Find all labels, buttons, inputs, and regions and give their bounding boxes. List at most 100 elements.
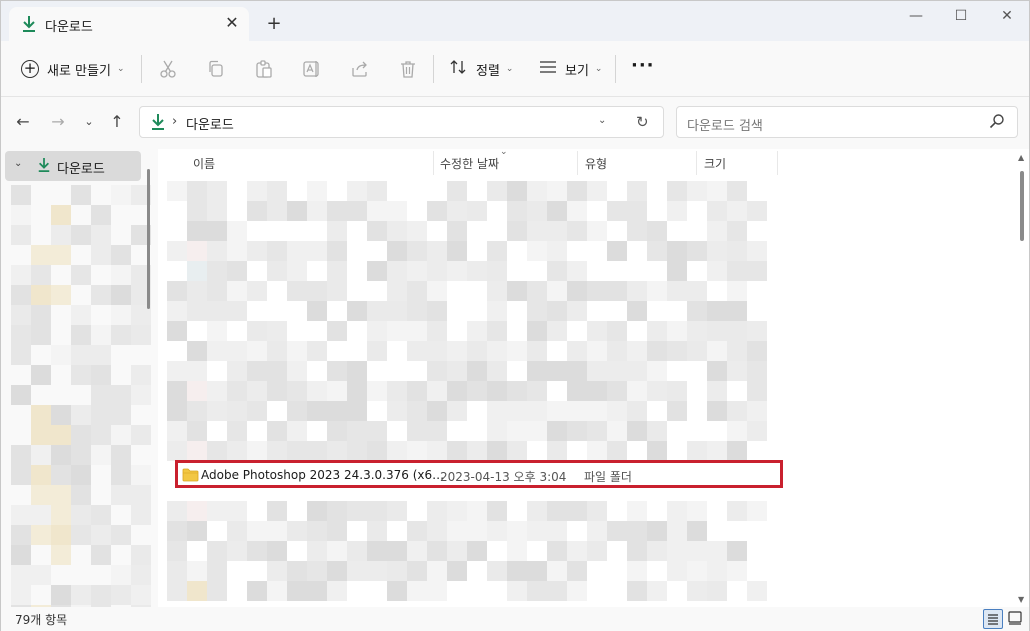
blurred-block (187, 261, 207, 281)
blurred-block (187, 581, 207, 601)
paste-icon[interactable] (254, 59, 274, 79)
blurred-block (167, 361, 187, 381)
blurred-block (547, 261, 567, 281)
blurred-block (647, 241, 667, 261)
view-button[interactable]: 보기 ⌄ (539, 57, 602, 81)
column-header-type[interactable]: 유형 (585, 155, 607, 172)
maximize-button[interactable]: ☐ (941, 5, 981, 29)
download-icon (37, 157, 51, 176)
recent-locations-chevron-icon[interactable]: ⌄ (79, 112, 99, 132)
blurred-block (627, 301, 647, 321)
blurred-block (71, 485, 91, 505)
toolbar-divider (615, 55, 616, 83)
address-bar[interactable]: › 다운로드 ⌄ ↻ (139, 106, 664, 138)
new-tab-button[interactable]: + (263, 13, 285, 35)
tiles-view-button[interactable] (1006, 609, 1026, 629)
blurred-block (567, 361, 587, 381)
blurred-block (51, 405, 71, 425)
forward-arrow-icon[interactable]: → (48, 112, 68, 132)
cut-icon[interactable] (158, 59, 178, 79)
blurred-block (31, 305, 51, 325)
share-icon[interactable] (350, 59, 370, 79)
address-dropdown-chevron-icon[interactable]: ⌄ (598, 115, 606, 126)
blurred-block (287, 421, 307, 441)
new-button[interactable]: + 새로 만들기 ⌄ (15, 55, 124, 83)
column-header-size[interactable]: 크기 (704, 155, 726, 172)
blurred-block (727, 561, 747, 581)
blurred-block (367, 201, 387, 221)
blurred-block (347, 561, 367, 581)
blurred-block (647, 521, 667, 541)
chevron-down-icon: ⌄ (505, 64, 514, 74)
search-box[interactable]: 다운로드 검색 (676, 106, 1018, 138)
blurred-block (407, 241, 427, 261)
blurred-block (267, 321, 287, 341)
refresh-icon[interactable]: ↻ (636, 113, 649, 131)
blurred-block (667, 541, 687, 561)
scroll-down-icon[interactable]: ▼ (1018, 595, 1024, 604)
blurred-block (11, 225, 31, 245)
blurred-block (327, 221, 347, 241)
blurred-block (707, 241, 727, 261)
file-explorer-window: 다운로드 ✕ + — ☐ ✕ + 새로 만들기 ⌄ 정렬 ⌄ 보기 ⌄ ··· … (0, 0, 1030, 631)
blurred-block (407, 541, 427, 561)
sidebar-item-downloads[interactable]: ⌄ 다운로드 (5, 151, 141, 181)
column-header-modified[interactable]: 수정한 날짜 (440, 155, 499, 172)
blurred-block (131, 385, 151, 405)
blurred-block (307, 441, 327, 461)
column-header-name[interactable]: 이름 (193, 155, 215, 172)
blurred-block (111, 405, 131, 425)
rename-icon[interactable] (302, 59, 322, 79)
file-list-scrollbar[interactable]: ▲ ▼ (1017, 151, 1029, 607)
blurred-block (587, 421, 607, 441)
copy-icon[interactable] (206, 59, 226, 79)
blurred-block (367, 421, 387, 441)
details-view-button[interactable] (983, 609, 1003, 629)
more-options-button[interactable]: ··· (631, 55, 655, 76)
blurred-block (467, 441, 487, 461)
minimize-button[interactable]: — (896, 5, 936, 29)
blurred-block (607, 281, 627, 301)
blurred-block (247, 341, 267, 361)
blurred-block (407, 321, 427, 341)
blurred-block (111, 565, 131, 585)
blurred-block (727, 501, 747, 521)
back-arrow-icon[interactable]: ← (13, 112, 33, 132)
blurred-block (307, 381, 327, 401)
blurred-block (527, 361, 547, 381)
sort-button[interactable]: 정렬 ⌄ (450, 57, 513, 81)
blurred-block (71, 225, 91, 245)
blurred-block (167, 441, 187, 461)
breadcrumb-downloads[interactable]: 다운로드 (186, 114, 234, 133)
blurred-block (11, 465, 31, 485)
blurred-block (207, 261, 227, 281)
blurred-block (91, 425, 111, 445)
scroll-up-icon[interactable]: ▲ (1018, 153, 1024, 162)
blurred-block (51, 345, 71, 365)
scrollbar-thumb[interactable] (1020, 171, 1024, 241)
blurred-block (507, 281, 527, 301)
chevron-down-icon[interactable]: ⌄ (14, 158, 22, 169)
sidebar-scrollbar[interactable] (147, 169, 150, 309)
blurred-block (367, 341, 387, 361)
blurred-block (207, 501, 227, 521)
up-arrow-icon[interactable]: ↑ (107, 112, 127, 132)
blurred-block (51, 445, 71, 465)
search-placeholder: 다운로드 검색 (687, 119, 763, 134)
blurred-block (567, 541, 587, 561)
blurred-block (267, 521, 287, 541)
tab-close-icon[interactable]: ✕ (221, 12, 243, 34)
delete-icon[interactable] (398, 59, 418, 79)
blurred-block (207, 561, 227, 581)
close-window-button[interactable]: ✕ (987, 5, 1027, 29)
blurred-block (627, 361, 647, 381)
blurred-block (427, 521, 447, 541)
command-bar: + 새로 만들기 ⌄ 정렬 ⌄ 보기 ⌄ ··· (1, 41, 1029, 97)
blurred-block (667, 201, 687, 221)
tab-downloads[interactable]: 다운로드 ✕ (9, 7, 249, 41)
highlighted-folder-row[interactable]: Adobe Photoshop 2023 24.3.0.376 (x6… 202… (175, 460, 783, 488)
blurred-block (247, 381, 267, 401)
blurred-block (187, 381, 207, 401)
blurred-block (627, 281, 647, 301)
column-divider (777, 151, 778, 175)
